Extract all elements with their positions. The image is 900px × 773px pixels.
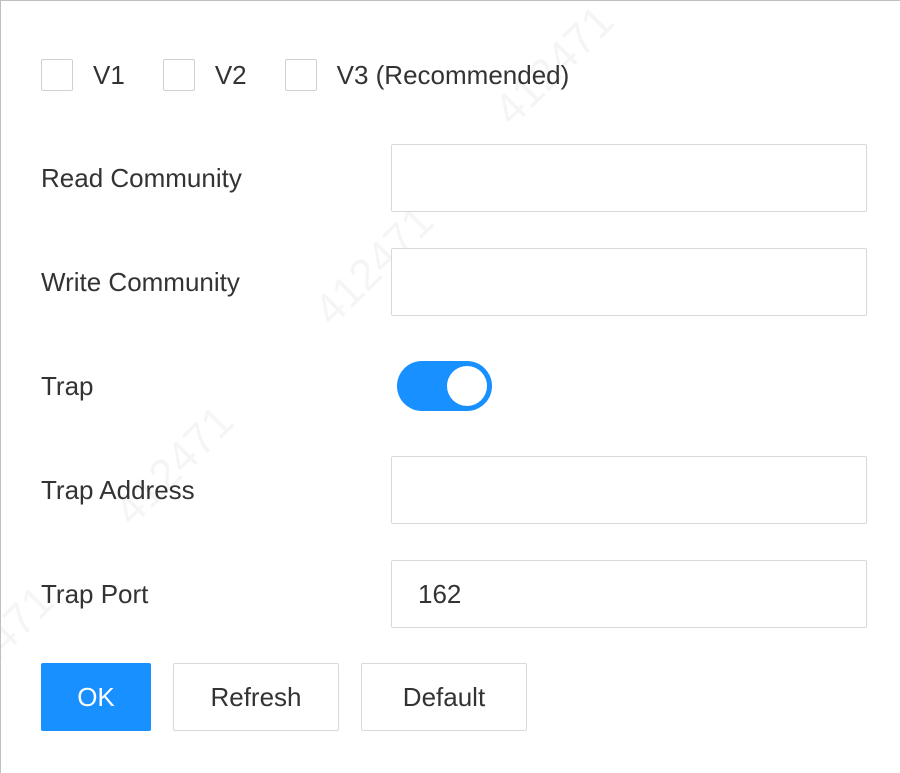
read-community-input[interactable] [391,144,867,212]
trap-toggle[interactable] [397,361,492,411]
trap-port-row: Trap Port [41,560,867,628]
snmp-settings-panel: 412471 412471 412471 412471 V1 V2 V3 (Re… [0,0,900,773]
v1-label: V1 [93,59,125,90]
v3-label: V3 (Recommended) [336,59,570,90]
v1-checkbox[interactable] [41,59,73,91]
refresh-button[interactable]: Refresh [173,663,339,731]
ok-button[interactable]: OK [41,663,151,731]
default-button[interactable]: Default [361,663,527,731]
trap-address-row: Trap Address [41,456,867,524]
v3-checkbox[interactable] [284,59,317,91]
read-community-label: Read Community [41,162,242,193]
v2-label: V2 [214,59,247,90]
trap-row: Trap [41,352,867,420]
write-community-row: Write Community [41,248,867,316]
version-option-v1[interactable]: V1 [41,59,125,91]
write-community-label: Write Community [41,266,240,297]
v2-checkbox[interactable] [162,59,195,91]
trap-port-label: Trap Port [41,578,149,609]
trap-port-input[interactable] [391,560,867,628]
trap-label: Trap [41,370,94,401]
toggle-knob [447,366,487,406]
version-option-v2[interactable]: V2 [162,59,247,91]
read-community-row: Read Community [41,144,867,212]
trap-address-label: Trap Address [41,474,195,505]
trap-address-input[interactable] [391,456,867,524]
version-options: V1 V2 V3 (Recommended) [41,59,607,91]
version-option-v3[interactable]: V3 (Recommended) [284,59,570,91]
action-buttons: OK Refresh Default [41,663,549,731]
write-community-input[interactable] [391,248,867,316]
